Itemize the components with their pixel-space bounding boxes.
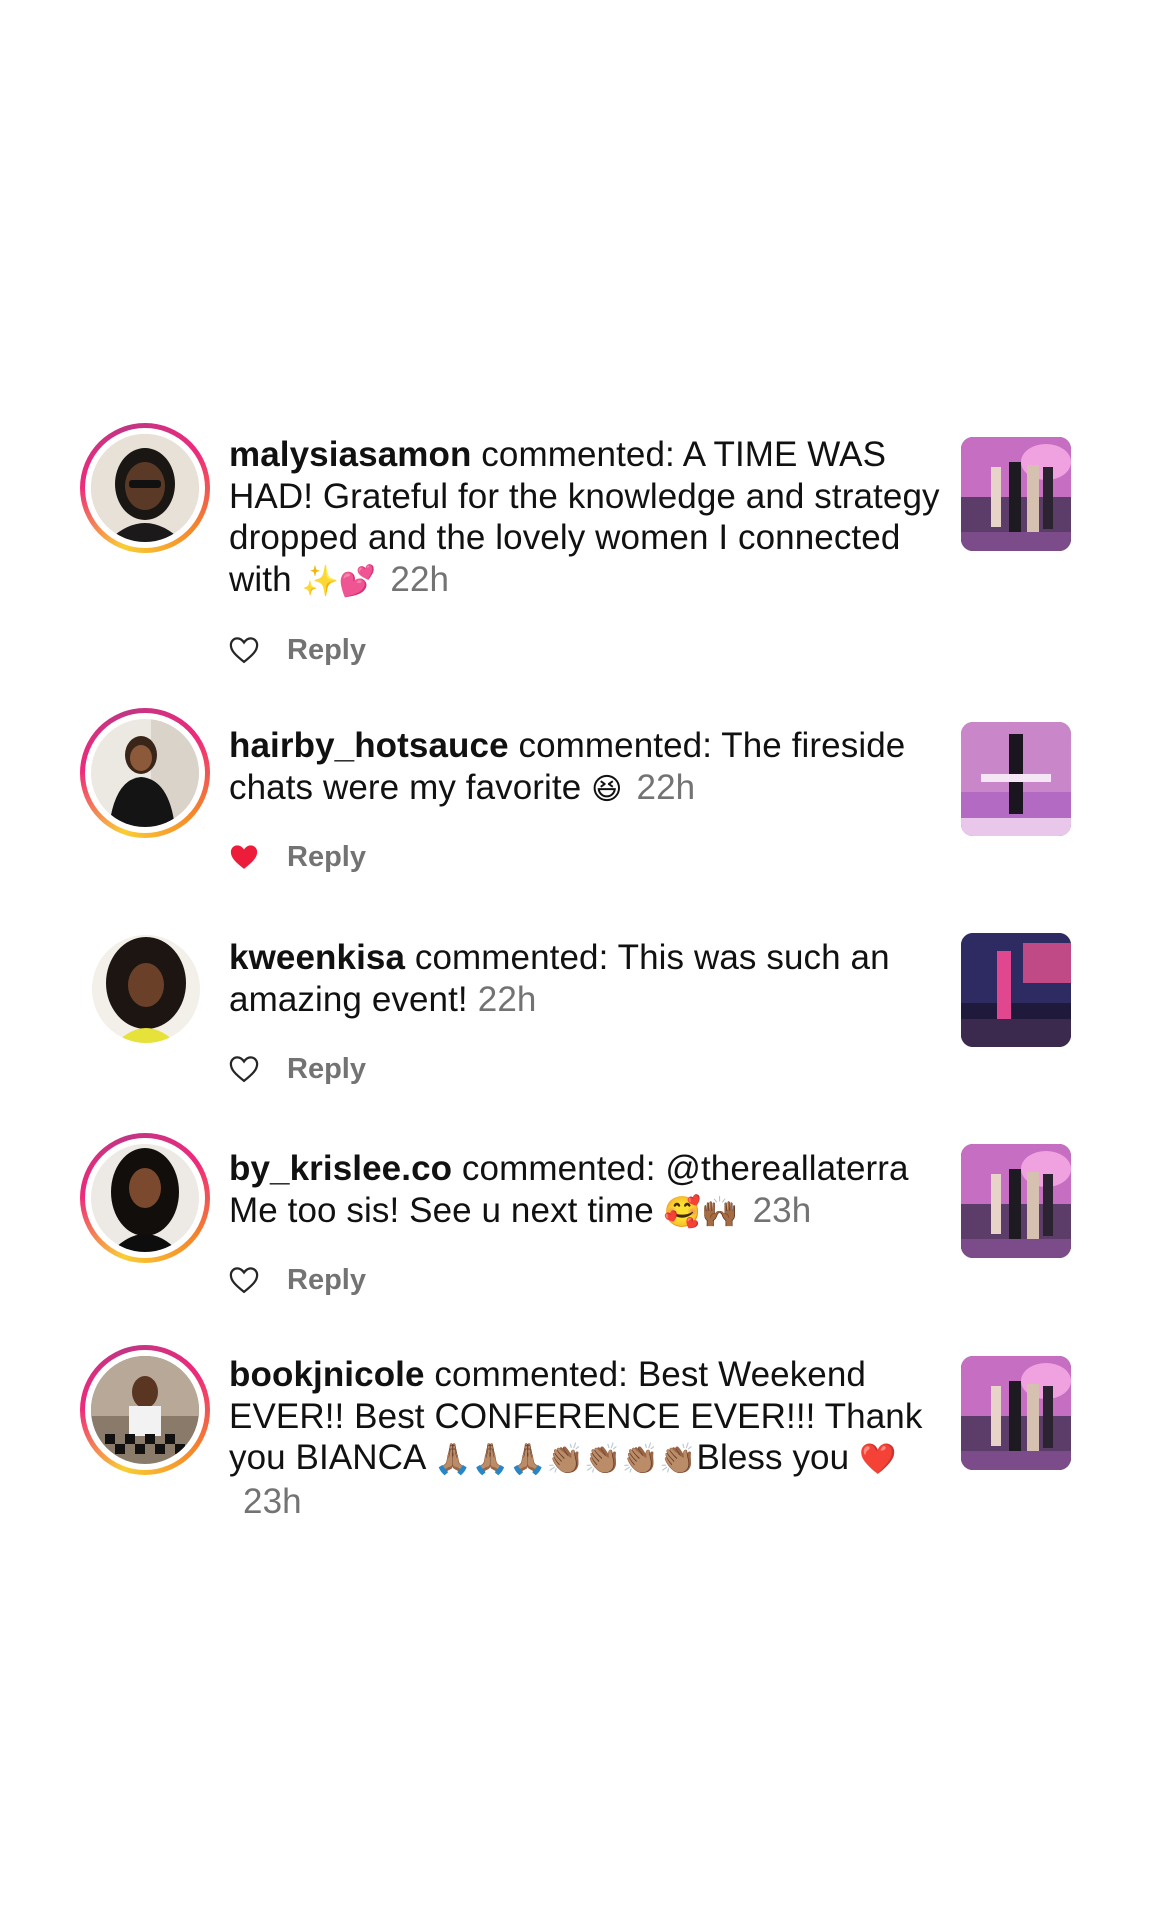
reply-button[interactable]: Reply [287,841,366,874]
avatar-story-ring[interactable] [80,423,210,553]
timestamp: 23h [752,1190,812,1230]
avatar[interactable] [80,923,210,1053]
reply-button[interactable]: Reply [287,1053,366,1086]
reply-button[interactable]: Reply [287,1264,366,1297]
post-thumbnail[interactable] [961,437,1071,551]
timestamp: 22h [636,767,696,807]
timestamp: 22h [390,559,450,599]
post-thumbnail-image [961,1144,1071,1258]
username[interactable]: bookjnicole [229,1355,425,1394]
post-thumbnail-image [961,933,1071,1047]
post-thumbnail-image [961,1356,1071,1470]
avatar-by-krislee [91,1144,199,1252]
avatar-image [91,434,199,542]
avatar-image [91,1144,199,1252]
avatar-story-ring[interactable] [80,708,210,838]
heart-filled-icon[interactable] [229,843,259,871]
post-thumbnail[interactable] [961,1356,1071,1470]
comment-actions: Reply [229,1049,366,1089]
avatar-story-ring[interactable] [80,1345,210,1475]
post-thumbnail[interactable] [961,722,1071,836]
comment-text: bookjnicole commented: Best Weekend EVER… [229,1354,949,1522]
heart-outline-icon[interactable] [229,1055,259,1083]
post-thumbnail-image [961,722,1071,836]
avatar-story-ring[interactable] [80,1133,210,1263]
action-text: commented: [508,726,722,765]
timestamp: 23h [243,1481,302,1521]
comment-text: kweenkisa commented: This was such an am… [229,937,949,1020]
username[interactable]: kweenkisa [229,938,405,977]
timestamp: 22h [477,979,537,1019]
comment-emoji: ✨💕 [301,563,377,599]
post-thumbnail[interactable] [961,933,1071,1047]
avatar-bookjnicole [91,1356,199,1464]
comment-actions: Reply [229,1260,366,1300]
post-thumbnail-image [961,437,1071,551]
avatar-image [91,1356,199,1464]
username[interactable]: by_krislee.co [229,1149,452,1188]
heart-outline-icon[interactable] [229,636,259,664]
action-text: commented: [452,1149,666,1188]
comment-emoji: 🙏🏽🙏🏽🙏🏽👏🏽👏🏽👏🏽👏🏽 [434,1442,697,1477]
avatar-kweenkisa [92,935,200,1043]
comment-actions: Reply [229,837,366,877]
comment-actions: Reply [229,630,366,670]
avatar-hairby-hotsauce [91,719,199,827]
comment-body-tail: Bless you [696,1438,860,1477]
username[interactable]: malysiasamon [229,435,471,474]
avatar-image [91,719,199,827]
comment-emoji: 🥰🙌🏾 [663,1194,739,1230]
comment-emoji: 😆 [591,771,623,807]
comment-text: by_krislee.co commented: @thereallaterra… [229,1148,949,1233]
avatar-malysiasamon [91,434,199,542]
action-text: commented: [405,938,618,977]
action-text: commented: [424,1355,638,1394]
comment-text: malysiasamon commented: A TIME WAS HAD! … [229,434,949,602]
action-text: commented: [471,435,683,474]
avatar-image [92,935,200,1043]
username[interactable]: hairby_hotsauce [229,726,509,765]
post-thumbnail[interactable] [961,1144,1071,1258]
reply-button[interactable]: Reply [287,634,366,667]
heart-emoji: ❤️ [859,1442,897,1477]
comment-text: hairby_hotsauce commented: The fireside … [229,725,949,810]
heart-outline-icon[interactable] [229,1266,259,1294]
